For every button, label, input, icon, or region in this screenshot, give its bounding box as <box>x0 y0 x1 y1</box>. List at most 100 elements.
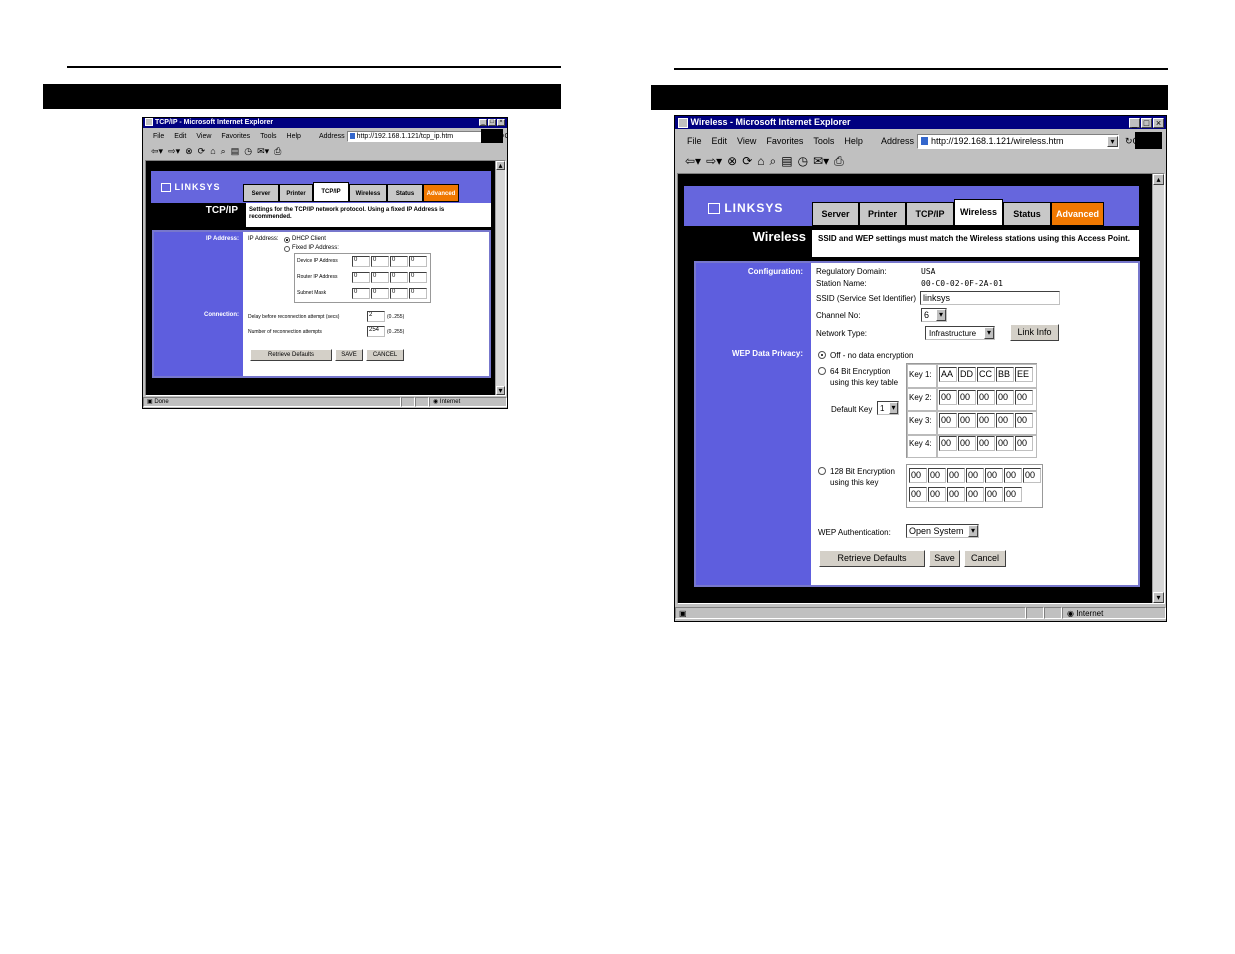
key-3-byte-5[interactable]: 00 <box>1015 413 1033 428</box>
menu-edit[interactable]: Edit <box>712 136 728 146</box>
key-4-byte-1[interactable]: 00 <box>939 436 957 451</box>
channel-select[interactable]: 6 ▾ <box>921 308 947 322</box>
key-4-byte-2[interactable]: 00 <box>958 436 976 451</box>
maximize-button[interactable]: □ <box>1141 118 1152 128</box>
tab-advanced[interactable]: Advanced <box>423 184 459 202</box>
print-icon[interactable]: ⎙ <box>834 154 844 169</box>
key-1-byte-4[interactable]: BB <box>996 367 1014 382</box>
mail-icon[interactable]: ✉▾ <box>813 154 829 168</box>
device-ip-octet-4[interactable]: 0 <box>409 256 427 267</box>
menu-file[interactable]: File <box>153 133 164 140</box>
delay-input[interactable]: 2 <box>367 311 385 322</box>
stop-icon[interactable]: ⊗ <box>727 154 737 168</box>
key128-row1-byte-4[interactable]: 00 <box>966 468 984 483</box>
key-2-byte-4[interactable]: 00 <box>996 390 1014 405</box>
vertical-scrollbar[interactable]: ▴ ▾ <box>1152 174 1164 603</box>
key-2-byte-1[interactable]: 00 <box>939 390 957 405</box>
key-1-byte-3[interactable]: CC <box>977 367 995 382</box>
print-icon[interactable]: ⎙ <box>274 146 281 157</box>
tab-wireless[interactable]: Wireless <box>349 184 387 202</box>
tab-wireless[interactable]: Wireless <box>954 199 1003 226</box>
menu-edit[interactable]: Edit <box>174 133 186 140</box>
home-icon[interactable]: ⌂ <box>757 154 764 168</box>
menu-view[interactable]: View <box>196 133 211 140</box>
key128-row1-byte-1[interactable]: 00 <box>909 468 927 483</box>
key-4-byte-4[interactable]: 00 <box>996 436 1014 451</box>
key-1-byte-5[interactable]: EE <box>1015 367 1033 382</box>
key128-row2-byte-4[interactable]: 00 <box>966 487 984 502</box>
refresh-icon[interactable]: ⟳ <box>198 146 206 157</box>
retrieve-defaults-button[interactable]: Retrieve Defaults <box>819 550 925 567</box>
fixed-ip-radio[interactable] <box>284 246 290 252</box>
wep-128-radio[interactable] <box>818 467 826 475</box>
key-4-byte-3[interactable]: 00 <box>977 436 995 451</box>
key-3-byte-4[interactable]: 00 <box>996 413 1014 428</box>
search-icon[interactable]: ⌕ <box>221 146 226 157</box>
mail-icon[interactable]: ✉▾ <box>257 146 269 157</box>
address-field[interactable]: http://192.168.1.121/wireless.htm ▾ <box>916 133 1119 149</box>
minimize-button[interactable]: _ <box>479 119 487 126</box>
tab-printer[interactable]: Printer <box>859 202 906 226</box>
save-button[interactable]: Save <box>929 550 960 567</box>
close-button[interactable]: × <box>1153 118 1164 128</box>
refresh-icon[interactable]: ⟳ <box>742 154 752 168</box>
default-key-select[interactable]: 1 ▾ <box>877 401 899 415</box>
attempts-input[interactable]: 254 <box>367 326 385 337</box>
back-icon[interactable]: ⇦▾ <box>151 146 163 157</box>
router-ip-octet-2[interactable]: 0 <box>371 272 389 283</box>
key128-row2-byte-6[interactable]: 00 <box>1004 487 1022 502</box>
forward-icon[interactable]: ⇨▾ <box>168 146 180 157</box>
vertical-scrollbar[interactable]: ▴ ▾ <box>495 161 505 395</box>
device-ip-octet-3[interactable]: 0 <box>390 256 408 267</box>
device-ip-octet-1[interactable]: 0 <box>352 256 370 267</box>
menu-view[interactable]: View <box>737 136 756 146</box>
key128-row1-byte-7[interactable]: 00 <box>1023 468 1041 483</box>
address-dropdown-icon[interactable]: ▾ <box>1106 135 1118 147</box>
subnet-octet-2[interactable]: 0 <box>371 288 389 299</box>
key-3-byte-2[interactable]: 00 <box>958 413 976 428</box>
retrieve-defaults-button[interactable]: Retrieve Defaults <box>250 349 332 361</box>
address-field[interactable]: http://192.168.1.121/tcp_ip.htm ▾ <box>346 130 495 142</box>
wep-auth-select[interactable]: Open System ▾ <box>906 524 979 538</box>
subnet-octet-3[interactable]: 0 <box>390 288 408 299</box>
tab-status[interactable]: Status <box>387 184 423 202</box>
stop-icon[interactable]: ⊗ <box>185 146 193 157</box>
key-1-byte-1[interactable]: AA <box>939 367 957 382</box>
scroll-up-button[interactable]: ▴ <box>496 161 505 170</box>
link-info-button[interactable]: Link Info <box>1010 324 1059 341</box>
subnet-octet-1[interactable]: 0 <box>352 288 370 299</box>
router-ip-octet-3[interactable]: 0 <box>390 272 408 283</box>
cancel-button[interactable]: CANCEL <box>366 349 404 361</box>
minimize-button[interactable]: _ <box>1129 118 1140 128</box>
key128-row2-byte-2[interactable]: 00 <box>928 487 946 502</box>
dhcp-radio[interactable] <box>284 237 290 243</box>
menu-tools[interactable]: Tools <box>813 136 834 146</box>
wep-off-radio[interactable] <box>818 351 826 359</box>
cancel-button[interactable]: Cancel <box>964 550 1006 567</box>
home-icon[interactable]: ⌂ <box>210 146 215 156</box>
scroll-down-button[interactable]: ▾ <box>1153 592 1164 603</box>
wep-64-radio[interactable] <box>818 367 826 375</box>
menu-favorites[interactable]: Favorites <box>221 133 250 140</box>
menu-help[interactable]: Help <box>844 136 863 146</box>
close-button[interactable]: × <box>497 119 505 126</box>
tab-printer[interactable]: Printer <box>279 184 313 202</box>
key-4-byte-5[interactable]: 00 <box>1015 436 1033 451</box>
save-button[interactable]: SAVE <box>335 349 363 361</box>
subnet-octet-4[interactable]: 0 <box>409 288 427 299</box>
menu-file[interactable]: File <box>687 136 702 146</box>
key-2-byte-2[interactable]: 00 <box>958 390 976 405</box>
key-2-byte-3[interactable]: 00 <box>977 390 995 405</box>
scroll-down-button[interactable]: ▾ <box>496 386 505 395</box>
router-ip-octet-4[interactable]: 0 <box>409 272 427 283</box>
tab-tcpip[interactable]: TCP/IP <box>906 202 954 226</box>
back-icon[interactable]: ⇦▾ <box>685 154 701 168</box>
maximize-button[interactable]: □ <box>488 119 496 126</box>
tab-status[interactable]: Status <box>1003 202 1051 226</box>
device-ip-octet-2[interactable]: 0 <box>371 256 389 267</box>
tab-server[interactable]: Server <box>243 184 279 202</box>
menu-favorites[interactable]: Favorites <box>766 136 803 146</box>
key128-row2-byte-5[interactable]: 00 <box>985 487 1003 502</box>
favorites-icon[interactable]: ▤ <box>231 146 240 157</box>
key128-row2-byte-3[interactable]: 00 <box>947 487 965 502</box>
